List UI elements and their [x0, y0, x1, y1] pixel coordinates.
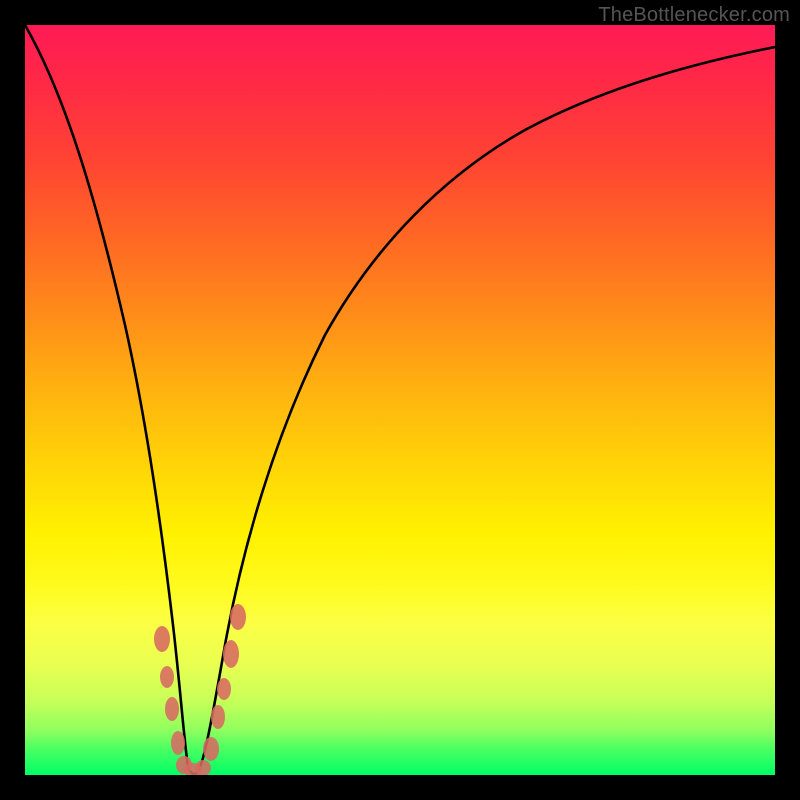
chart-frame: TheBottlenecker.com	[0, 0, 800, 800]
plot-area	[25, 25, 775, 775]
bottleneck-curve-svg	[25, 25, 775, 775]
highlight-marks	[154, 604, 246, 775]
bottleneck-curve	[25, 25, 775, 774]
watermark-label: TheBottlenecker.com	[598, 4, 790, 27]
